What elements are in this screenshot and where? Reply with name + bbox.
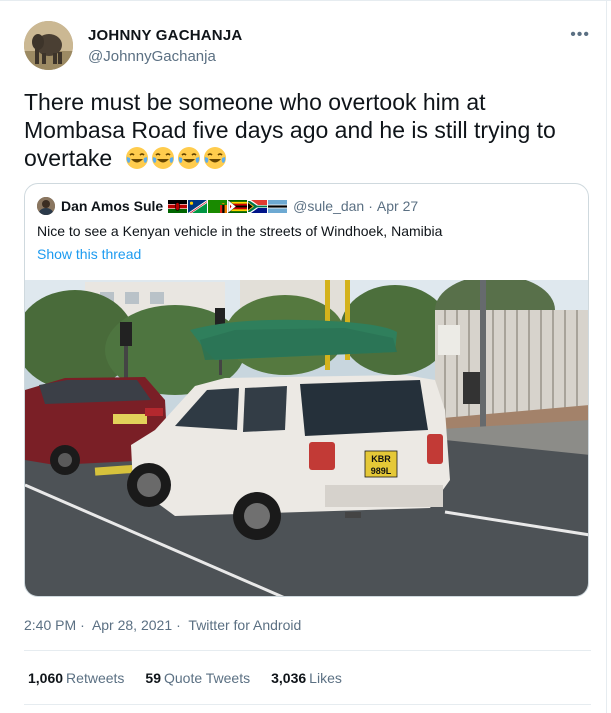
laughing-tears-emoji-icon xyxy=(125,147,148,169)
tweet-date[interactable]: Apr 28, 2021 xyxy=(92,617,172,633)
show-thread-link[interactable]: Show this thread xyxy=(37,246,141,262)
laughing-tears-emoji-icon xyxy=(151,147,174,169)
quote-tweets-stat[interactable]: 59 Quote Tweets xyxy=(145,670,250,686)
kenya-flag-icon xyxy=(168,199,188,213)
meta-separator: · xyxy=(80,617,85,633)
namibia-flag-icon xyxy=(188,199,208,213)
top-divider xyxy=(0,0,611,1)
quoted-avatar[interactable] xyxy=(37,197,55,215)
zimbabwe-flag-icon xyxy=(228,199,248,213)
quoted-header: Dan Amos Sule @sule_dan · Apr 27 xyxy=(37,196,418,216)
quoted-author-name[interactable]: Dan Amos Sule xyxy=(61,198,163,214)
tweet-header: JOHNNY GACHANJA @JohnnyGachanja ••• xyxy=(24,20,594,76)
quote-tweets-count: 59 xyxy=(145,670,161,686)
retweets-stat[interactable]: 1,060 Retweets xyxy=(28,670,124,686)
quoted-date[interactable]: Apr 27 xyxy=(377,198,418,214)
quoted-author-handle[interactable]: @sule_dan xyxy=(293,198,364,214)
avatar[interactable] xyxy=(24,21,73,70)
author-name[interactable]: JOHNNY GACHANJA xyxy=(88,27,242,44)
tweet-stats: 1,060 Retweets 59 Quote Tweets 3,036 Likes xyxy=(28,670,342,686)
author-handle[interactable]: @JohnnyGachanja xyxy=(88,48,216,65)
tweet-source[interactable]: Twitter for Android xyxy=(188,617,301,633)
car-photo[interactable]: KBR 989L xyxy=(25,280,589,597)
likes-stat[interactable]: 3,036 Likes xyxy=(271,670,342,686)
laughing-tears-emoji-icon xyxy=(203,147,226,169)
tweet-meta: 2:40 PM · Apr 28, 2021 · Twitter for Andro… xyxy=(24,617,305,633)
plate-text-line2: 989L xyxy=(371,466,392,476)
quoted-text: Nice to see a Kenyan vehicle in the stre… xyxy=(37,223,443,239)
emoji-group xyxy=(125,146,227,170)
plate-text-line1: KBR xyxy=(371,454,391,464)
tweet-body: There must be someone who overtook him a… xyxy=(24,89,556,171)
south-africa-flag-icon xyxy=(248,199,268,213)
botswana-flag-icon xyxy=(268,199,288,213)
right-divider xyxy=(606,0,607,713)
tweet-time[interactable]: 2:40 PM xyxy=(24,617,76,633)
stats-bottom-divider xyxy=(24,704,591,705)
retweets-label: Retweets xyxy=(66,670,125,686)
stats-top-divider xyxy=(24,650,591,651)
retweets-count: 1,060 xyxy=(28,670,64,686)
laughing-tears-emoji-icon xyxy=(177,147,200,169)
zambia-flag-icon xyxy=(208,199,228,213)
more-options-icon[interactable]: ••• xyxy=(570,26,590,44)
quoted-separator: · xyxy=(368,198,373,214)
likes-label: Likes xyxy=(309,670,342,686)
tweet-text: There must be someone who overtook him a… xyxy=(24,88,584,172)
flag-group xyxy=(168,199,288,213)
likes-count: 3,036 xyxy=(271,670,307,686)
meta-separator: · xyxy=(176,617,181,633)
quote-tweets-label: Quote Tweets xyxy=(163,670,251,686)
quoted-tweet[interactable]: Dan Amos Sule @sule_dan · Apr 27 Nice to… xyxy=(24,183,589,597)
